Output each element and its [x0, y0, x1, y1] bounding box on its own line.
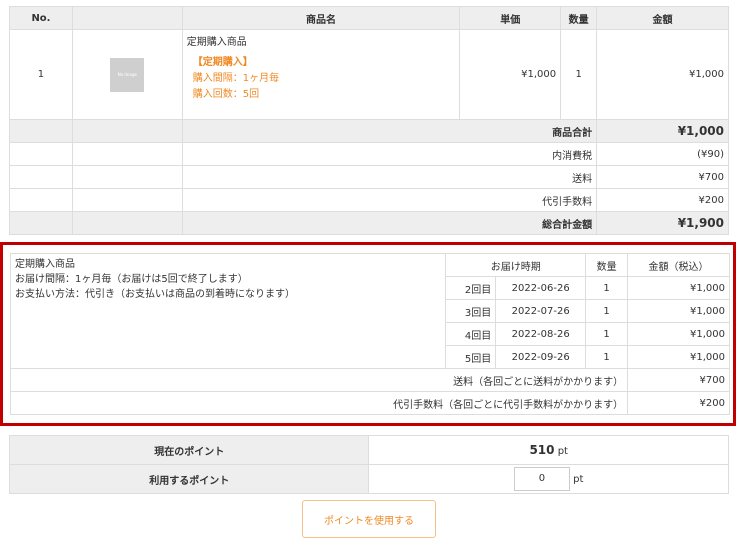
points-table: 現在のポイント 510 pt 利用するポイント 0 pt — [8, 435, 729, 494]
current-points-value: 510 — [529, 443, 555, 457]
delivery-round: 3回目 — [445, 299, 497, 323]
summary-label: 商品合計 — [181, 119, 598, 143]
delivery-date: 2022-08-26 — [495, 322, 587, 346]
subscription-highlight-box: 定期購入商品 お届け間隔：1ヶ月毎（お届けは5回で終了します） お支払い方法：代… — [0, 242, 736, 426]
delivery-amount: ¥1,000 — [627, 345, 730, 369]
delivery-date: 2022-09-26 — [495, 345, 587, 369]
summary-row-shipping: 送料 ¥700 — [9, 165, 729, 189]
subscription-product: 定期購入商品 — [15, 259, 75, 270]
col-qty: 数量 — [560, 6, 598, 30]
summary-label: 内消費税 — [181, 142, 598, 166]
use-points-row: 利用するポイント 0 pt — [8, 464, 729, 494]
col-sub-amount: 金額（税込） — [627, 253, 730, 277]
item-name: 定期購入商品 — [186, 37, 247, 48]
current-points-label: 現在のポイント — [8, 435, 370, 465]
subscription-payment: お支払い方法：代引き（お支払いは商品の到着時になります） — [15, 289, 295, 300]
col-price: 単価 — [459, 6, 562, 30]
use-points-input[interactable]: 0 — [513, 467, 570, 491]
no-image-label: No Image — [117, 72, 137, 77]
points-unit: pt — [573, 474, 584, 485]
col-no: No. — [9, 6, 73, 30]
item-no: 1 — [9, 29, 73, 120]
order-table: No. 商品名 単価 数量 金額 1 No Image 定期購入商品 【定期購入… — [9, 6, 729, 235]
order-header-row: No. 商品名 単価 数量 金額 — [9, 6, 729, 30]
points-unit: pt — [557, 446, 568, 457]
subscription-table: 定期購入商品 お届け間隔：1ヶ月毎（お届けは5回で終了します） お支払い方法：代… — [9, 253, 730, 415]
summary-value: ¥1,900 — [596, 211, 729, 235]
summary-row-tax: 内消費税 (¥90) — [9, 142, 729, 166]
sub-shipping-row: 送料（各回ごとに送料がかかります） ¥700 — [9, 368, 730, 392]
delivery-round: 2回目 — [445, 276, 497, 300]
subscription-info: 定期購入商品 お届け間隔：1ヶ月毎（お届けは5回で終了します） お支払い方法：代… — [9, 253, 447, 369]
current-points-row: 現在のポイント 510 pt — [8, 435, 729, 465]
delivery-qty: 1 — [585, 345, 629, 369]
summary-label: 送料 — [181, 165, 598, 189]
summary-value: (¥90) — [596, 142, 729, 166]
item-price: ¥1,000 — [459, 29, 562, 120]
delivery-amount: ¥1,000 — [627, 322, 730, 346]
summary-label: 総合計金額 — [181, 211, 598, 235]
delivery-round: 4回目 — [445, 322, 497, 346]
sub-shipping-label: 送料（各回ごとに送料がかかります） — [9, 368, 629, 392]
summary-label: 代引手数料 — [181, 188, 598, 212]
col-sub-qty: 数量 — [585, 253, 629, 277]
sub-shipping-value: ¥700 — [627, 368, 730, 392]
col-amount: 金額 — [596, 6, 729, 30]
item-qty: 1 — [560, 29, 598, 120]
delivery-round: 5回目 — [445, 345, 497, 369]
sub-cod-row: 代引手数料（各回ごとに代引手数料がかかります） ¥200 — [9, 391, 730, 415]
current-points-cell: 510 pt — [368, 435, 729, 465]
item-count: 購入回数：5回 — [192, 89, 260, 100]
subscription-tag: 【定期購入】 — [192, 57, 253, 68]
delivery-qty: 1 — [585, 322, 629, 346]
summary-value: ¥1,000 — [596, 119, 729, 143]
item-interval: 購入間隔：1ヶ月毎 — [192, 73, 280, 84]
summary-row-total: 総合計金額 ¥1,900 — [9, 211, 729, 235]
sub-cod-label: 代引手数料（各回ごとに代引手数料がかかります） — [9, 391, 629, 415]
summary-value: ¥200 — [596, 188, 729, 212]
item-image-cell: No Image — [71, 29, 183, 120]
item-amount: ¥1,000 — [596, 29, 729, 120]
col-name: 商品名 — [181, 6, 461, 30]
delivery-date: 2022-07-26 — [495, 299, 587, 323]
sub-cod-value: ¥200 — [627, 391, 730, 415]
use-points-label: 利用するポイント — [8, 464, 370, 494]
use-points-cell: 0 pt — [368, 464, 729, 494]
delivery-qty: 1 — [585, 299, 629, 323]
item-name-cell: 定期購入商品 【定期購入】 購入間隔：1ヶ月毎 購入回数：5回 — [181, 29, 461, 120]
delivery-qty: 1 — [585, 276, 629, 300]
use-points-button[interactable]: ポイントを使用する — [302, 500, 436, 538]
subscription-header-row: 定期購入商品 お届け間隔：1ヶ月毎（お届けは5回で終了します） お支払い方法：代… — [9, 253, 730, 369]
col-image — [71, 6, 183, 30]
subscription-delivery: お届け間隔：1ヶ月毎（お届けは5回で終了します） — [15, 274, 248, 285]
summary-value: ¥700 — [596, 165, 729, 189]
summary-row-cod-fee: 代引手数料 ¥200 — [9, 188, 729, 212]
delivery-amount: ¥1,000 — [627, 276, 730, 300]
product-thumbnail: No Image — [110, 57, 145, 92]
delivery-amount: ¥1,000 — [627, 299, 730, 323]
col-delivery-timing: お届け時期 — [445, 253, 587, 277]
delivery-date: 2022-06-26 — [495, 276, 587, 300]
order-item-row: 1 No Image 定期購入商品 【定期購入】 購入間隔：1ヶ月毎 購入回数：… — [9, 29, 729, 120]
summary-row-subtotal: 商品合計 ¥1,000 — [9, 119, 729, 143]
